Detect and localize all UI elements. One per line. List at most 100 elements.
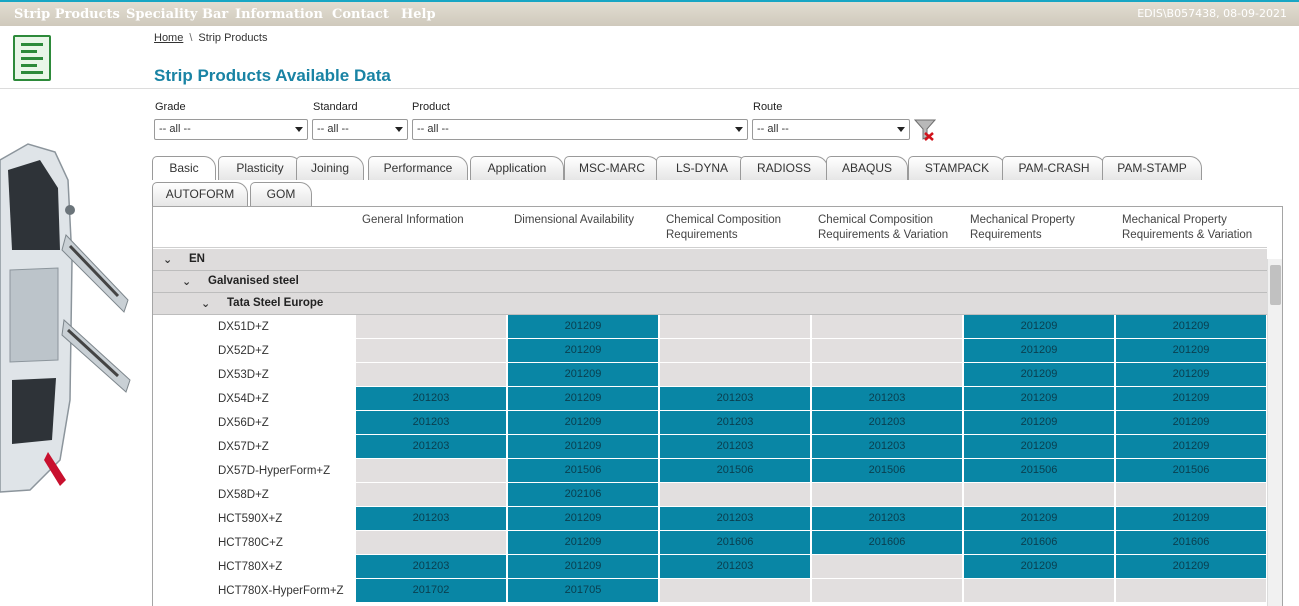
tab-ls-dyna[interactable]: LS-DYNA	[656, 156, 748, 180]
data-cell-available[interactable]: 201203	[812, 435, 962, 458]
data-cell-available[interactable]: 201506	[964, 459, 1114, 482]
table-row[interactable]: DX57D-HyperForm+Z 201506 201506 201506 20150…	[153, 459, 1267, 483]
tab-autoform[interactable]: AUTOFORM	[152, 182, 248, 206]
table-row[interactable]: DX53D+Z 201209 201209 201209	[153, 363, 1267, 387]
vertical-scrollbar[interactable]	[1267, 259, 1282, 606]
data-cell-available[interactable]: 201209	[1116, 315, 1266, 338]
table-row[interactable]: DX58D+Z 202106	[153, 483, 1267, 507]
data-cell-available[interactable]: 201506	[1116, 459, 1266, 482]
table-row[interactable]: HCT780X-HyperForm+Z 201702 201705	[153, 579, 1267, 603]
data-cell-available[interactable]: 201209	[508, 507, 658, 530]
tab-stampack[interactable]: STAMPACK	[908, 156, 1006, 180]
group-row-supplier[interactable]: ⌄ Tata Steel Europe	[153, 293, 1267, 315]
data-cell-available[interactable]: 201209	[1116, 555, 1266, 578]
table-row[interactable]: HCT780X+Z 201203 201209 201203 201209 201209	[153, 555, 1267, 579]
table-row[interactable]: DX56D+Z 201203 201209 201203 201203 201209 201…	[153, 411, 1267, 435]
data-cell-available[interactable]: 201209	[508, 363, 658, 386]
grade-select[interactable]: -- all --	[154, 119, 308, 140]
tab-joining[interactable]: Joining	[296, 156, 364, 180]
product-select[interactable]: -- all --	[412, 119, 748, 140]
data-cell-available[interactable]: 201203	[660, 387, 810, 410]
chevron-down-icon[interactable]: ⌄	[163, 253, 172, 266]
data-cell-available[interactable]: 201209	[1116, 363, 1266, 386]
data-cell-available[interactable]: 201203	[356, 555, 506, 578]
data-cell-available[interactable]: 201209	[964, 315, 1114, 338]
column-header-chemical-composition-variation[interactable]: Chemical Composition Requirements & Varia…	[818, 213, 948, 243]
column-header-mechanical-property-variation[interactable]: Mechanical Property Requirements & Variat…	[1122, 213, 1252, 243]
data-cell-available[interactable]: 201209	[1116, 411, 1266, 434]
table-row[interactable]: DX51D+Z 201209 201209 201209	[153, 315, 1267, 339]
data-cell-available[interactable]: 201203	[356, 411, 506, 434]
data-cell-available[interactable]: 201209	[964, 555, 1114, 578]
data-cell-available[interactable]: 201209	[964, 435, 1114, 458]
group-row-standard[interactable]: ⌄ EN	[153, 249, 1267, 271]
data-cell-available[interactable]: 201203	[660, 411, 810, 434]
table-row[interactable]: DX57D+Z 201203 201209 201203 201203 201209 201…	[153, 435, 1267, 459]
data-cell-available[interactable]: 201209	[964, 411, 1114, 434]
nav-strip-products[interactable]: Strip Products	[14, 7, 120, 22]
column-header-mechanical-property-requirements[interactable]: Mechanical Property Requirements	[970, 213, 1075, 243]
data-cell-available[interactable]: 201506	[812, 459, 962, 482]
tab-plasticity[interactable]: Plasticity	[218, 156, 302, 180]
data-cell-available[interactable]: 201606	[1116, 531, 1266, 554]
tab-application[interactable]: Application	[470, 156, 564, 180]
data-cell-available[interactable]: 201203	[660, 555, 810, 578]
data-cell-available[interactable]: 201209	[964, 507, 1114, 530]
data-cell-available[interactable]: 201209	[1116, 507, 1266, 530]
data-cell-available[interactable]: 201209	[1116, 387, 1266, 410]
tab-performance[interactable]: Performance	[368, 156, 468, 180]
data-cell-available[interactable]: 201606	[964, 531, 1114, 554]
column-header-general-information[interactable]: General Information	[362, 213, 464, 228]
data-cell-available[interactable]: 201209	[1116, 435, 1266, 458]
tab-msc-marc[interactable]: MSC-MARC	[564, 156, 660, 180]
data-cell-available[interactable]: 201702	[356, 579, 506, 602]
breadcrumb-home-link[interactable]: Home	[154, 32, 183, 44]
data-cell-available[interactable]: 201203	[660, 507, 810, 530]
tab-abaqus[interactable]: ABAQUS	[826, 156, 908, 180]
standard-select[interactable]: -- all --	[312, 119, 408, 140]
data-cell-available[interactable]: 201606	[660, 531, 810, 554]
data-cell-available[interactable]: 201209	[508, 339, 658, 362]
tab-basic[interactable]: Basic	[152, 156, 216, 180]
group-row-material[interactable]: ⌄ Galvanised steel	[153, 271, 1267, 293]
data-cell-available[interactable]: 201209	[964, 339, 1114, 362]
document-list-icon[interactable]	[13, 35, 51, 81]
chevron-down-icon[interactable]: ⌄	[201, 297, 210, 310]
nav-information[interactable]: Information	[235, 7, 323, 22]
data-cell-available[interactable]: 201203	[812, 507, 962, 530]
data-cell-available[interactable]: 201209	[508, 315, 658, 338]
column-header-chemical-composition-requirements[interactable]: Chemical Composition Requirements	[666, 213, 781, 243]
data-cell-available[interactable]: 201203	[356, 435, 506, 458]
table-row[interactable]: DX52D+Z 201209 201209 201209	[153, 339, 1267, 363]
data-cell-available[interactable]: 201203	[812, 411, 962, 434]
data-cell-available[interactable]: 201606	[812, 531, 962, 554]
data-cell-available[interactable]: 201506	[508, 459, 658, 482]
tab-gom[interactable]: GOM	[250, 182, 312, 206]
data-cell-available[interactable]: 201209	[508, 435, 658, 458]
data-cell-available[interactable]: 201203	[660, 435, 810, 458]
nav-speciality-bar[interactable]: Speciality Bar	[126, 7, 228, 22]
tab-radioss[interactable]: RADIOSS	[740, 156, 828, 180]
data-cell-available[interactable]: 201506	[660, 459, 810, 482]
data-cell-available[interactable]: 201203	[356, 387, 506, 410]
column-header-dimensional-availability[interactable]: Dimensional Availability	[514, 213, 634, 228]
data-cell-available[interactable]: 201209	[964, 387, 1114, 410]
table-row[interactable]: HCT590X+Z 201203 201209 201203 201203 201209 2…	[153, 507, 1267, 531]
nav-help[interactable]: Help	[401, 7, 436, 22]
data-cell-available[interactable]: 201209	[1116, 339, 1266, 362]
tab-pam-crash[interactable]: PAM-CRASH	[1002, 156, 1106, 180]
table-row[interactable]: HCT780C+Z 201209 201606 201606 201606 201606	[153, 531, 1267, 555]
route-select[interactable]: -- all --	[752, 119, 910, 140]
data-cell-available[interactable]: 201209	[508, 387, 658, 410]
data-cell-available[interactable]: 201209	[508, 555, 658, 578]
tab-pam-stamp[interactable]: PAM-STAMP	[1102, 156, 1202, 180]
nav-contact[interactable]: Contact	[332, 7, 389, 22]
data-cell-available[interactable]: 201203	[356, 507, 506, 530]
data-cell-available[interactable]: 202106	[508, 483, 658, 506]
table-row[interactable]: DX54D+Z 201203 201209 201203 201203 201209 201…	[153, 387, 1267, 411]
data-cell-available[interactable]: 201705	[508, 579, 658, 602]
scrollbar-thumb[interactable]	[1270, 265, 1281, 305]
chevron-down-icon[interactable]: ⌄	[182, 275, 191, 288]
data-cell-available[interactable]: 201209	[508, 411, 658, 434]
data-cell-available[interactable]: 201209	[964, 363, 1114, 386]
